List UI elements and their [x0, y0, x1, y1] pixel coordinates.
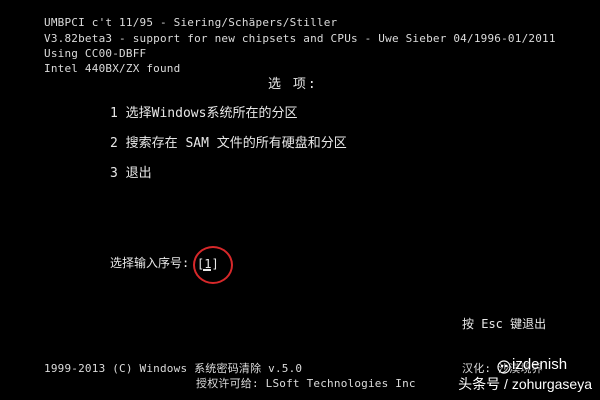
footer-license: 授权许可给: LSoft Technologies Inc — [196, 377, 416, 390]
menu-item-2[interactable]: 2 搜索存在 SAM 文件的所有硬盘和分区 — [110, 136, 347, 151]
watermark-source: 头条号 / zohurgaseya — [458, 376, 592, 392]
menu-item-number: 3 — [110, 166, 118, 181]
header-line-4: Intel 440BX/ZX found — [44, 62, 181, 75]
menu-item-label: 选择Windows系统所在的分区 — [125, 106, 298, 121]
menu-item-label: 退出 — [125, 166, 152, 181]
menu-item-label: 搜索存在 SAM 文件的所有硬盘和分区 — [125, 136, 347, 151]
selection-prompt-label: 选择输入序号: — [110, 256, 190, 270]
watermark-logo-icon — [497, 360, 511, 374]
header-line-1: UMBPCI c't 11/95 - Siering/Schäpers/Stil… — [44, 16, 338, 29]
watermark-id: izdenish — [512, 356, 568, 373]
header-line-3: Using CC00-DBFF — [44, 47, 147, 60]
menu-item-1[interactable]: 1 选择Windows系统所在的分区 — [110, 106, 297, 121]
header-line-2: V3.82beta3 - support for new chipsets an… — [44, 32, 556, 45]
menu-item-number: 2 — [110, 136, 118, 151]
annotation-circle — [193, 246, 233, 284]
menu-item-number: 1 — [110, 106, 118, 121]
menu-item-3[interactable]: 3 退出 — [110, 166, 152, 181]
menu-title: 选 项: — [268, 77, 318, 92]
escape-hint: 按 Esc 键退出 — [462, 317, 547, 331]
dos-console-screen: UMBPCI c't 11/95 - Siering/Schäpers/Stil… — [0, 0, 600, 400]
footer-copyright: 1999-2013 (C) Windows 系统密码清除 v.5.0 — [44, 362, 303, 375]
